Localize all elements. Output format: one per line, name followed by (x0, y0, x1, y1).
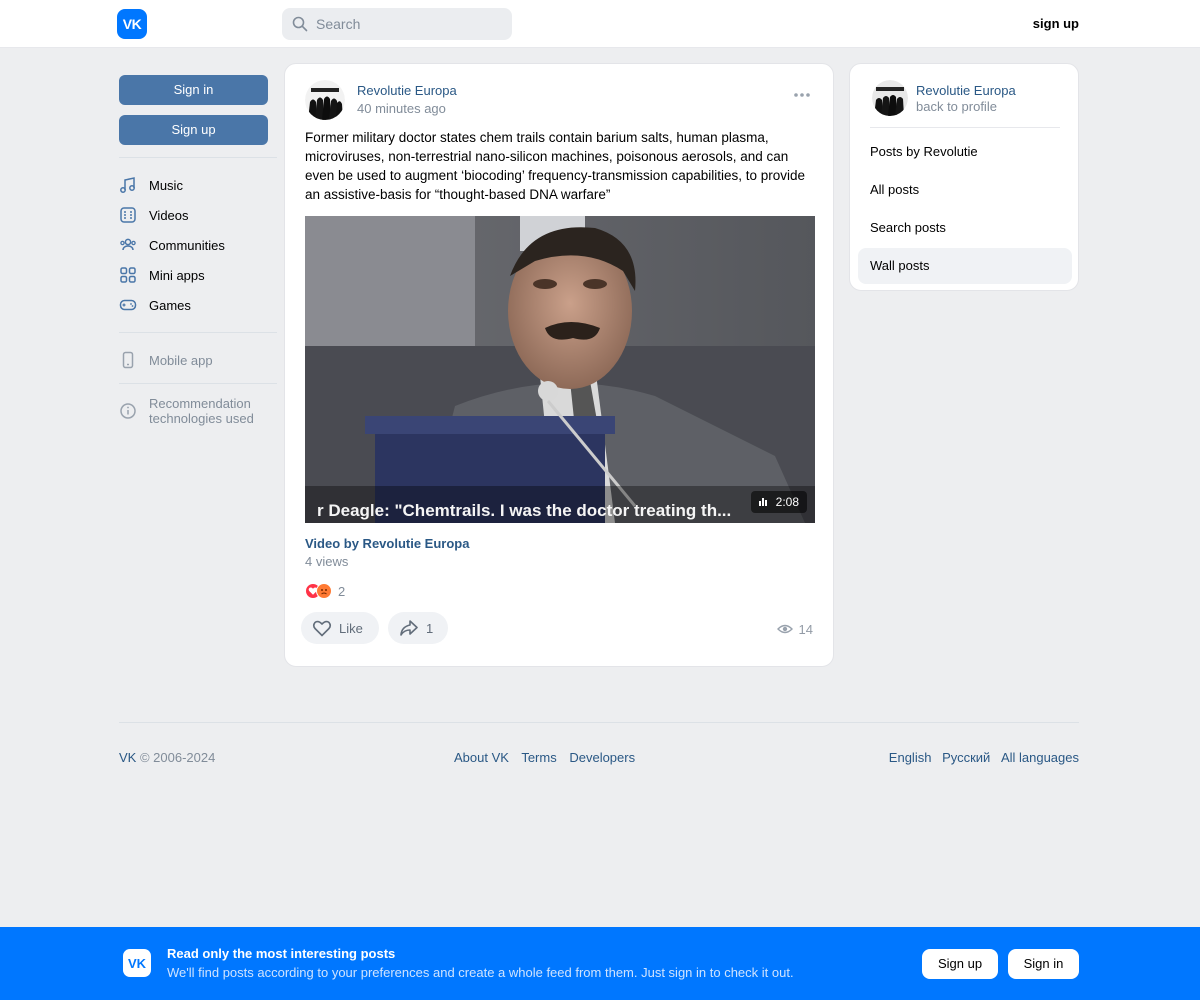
like-button[interactable]: Like (301, 612, 379, 644)
share-count: 1 (426, 620, 434, 636)
music-note-icon (120, 177, 135, 193)
video-title-link[interactable]: Video by Revolutie Europa (305, 536, 469, 551)
right-panel: Revolutie Europa back to profile Posts b… (849, 63, 1079, 291)
video-duration-badge: 2:08 (750, 491, 807, 513)
post-author-link[interactable]: Revolutie Europa (357, 83, 457, 98)
apps-grid-icon (120, 267, 136, 283)
sidebar-item-label: Videos (149, 207, 189, 223)
more-options-icon[interactable] (793, 92, 811, 98)
footer-link-terms[interactable]: Terms (521, 750, 565, 765)
banner-signup-button[interactable]: Sign up (922, 949, 998, 979)
vk-logo[interactable]: VK (117, 9, 147, 39)
sidebar-divider (119, 332, 277, 333)
signup-button[interactable]: Sign up (119, 115, 268, 145)
share-arrow-icon (400, 620, 418, 636)
footer-link-about[interactable]: About VK (454, 750, 518, 765)
footer-copyright: VK © 2006-2024 (119, 750, 215, 765)
post-text: Former military doctor states chem trail… (305, 130, 806, 202)
sidebar-item-label: Recommendation technologies used (149, 396, 254, 426)
menu-item-posts-by[interactable]: Posts by Revolutie (858, 134, 1072, 170)
sidebar-item-games[interactable]: Games (119, 290, 279, 320)
reactions-summary[interactable]: 2 (305, 583, 345, 599)
avatar-image (305, 80, 345, 120)
menu-item-all-posts[interactable]: All posts (858, 172, 1072, 208)
share-button[interactable]: 1 (388, 612, 448, 644)
left-sidebar: Sign in Sign up Music Videos Communities (119, 75, 279, 426)
menu-item-wall-posts[interactable]: Wall posts (858, 248, 1072, 284)
menu-item-search-posts[interactable]: Search posts (858, 210, 1072, 246)
signup-banner: VK Read only the most interesting posts … (0, 927, 1200, 1000)
lang-english[interactable]: English (882, 750, 932, 765)
gamepad-icon (119, 299, 137, 311)
search-icon (292, 16, 308, 32)
signin-button[interactable]: Sign in (119, 75, 268, 105)
banner-title: Read only the most interesting posts (167, 946, 396, 961)
profile-name-link[interactable]: Revolutie Europa (916, 83, 1016, 98)
avatar-image (872, 80, 908, 116)
banner-subtitle: We'll find posts according to your prefe… (167, 965, 794, 980)
header-signup-link[interactable]: sign up (1033, 16, 1079, 31)
video-views: 4 views (305, 554, 349, 569)
footer-divider (119, 722, 1079, 723)
sidebar-item-label: Communities (149, 237, 225, 253)
recommendation-line1: Recommendation (149, 396, 251, 411)
eye-icon (776, 624, 793, 634)
lang-all[interactable]: All languages (994, 750, 1079, 765)
info-icon (120, 403, 136, 419)
sidebar-divider (119, 383, 277, 384)
lang-russian[interactable]: Русский (935, 750, 990, 765)
banner-signin-button[interactable]: Sign in (1008, 949, 1079, 979)
language-links: English Русский All languages (882, 750, 1079, 765)
phone-icon (122, 351, 134, 369)
video-caption: r Deagle: "Chemtrails. I was the doctor … (317, 501, 731, 520)
video-duration: 2:08 (775, 495, 799, 509)
sidebar-item-mobile-app[interactable]: Mobile app (119, 345, 279, 375)
reactions-count: 2 (338, 583, 346, 599)
sidebar-item-label: Mobile app (149, 352, 213, 368)
sidebar-item-label: Games (149, 297, 191, 313)
footer-links: About VK Terms Developers (454, 750, 644, 765)
angry-reaction-icon (316, 583, 332, 599)
video-thumbnail: r Deagle: "Chemtrails. I was the doctor … (305, 216, 815, 523)
copyright-text: © 2006-2024 (139, 750, 216, 765)
panel-divider (870, 127, 1060, 128)
post-time[interactable]: 40 minutes ago (357, 101, 446, 116)
recommendation-line2: technologies used (149, 411, 254, 426)
back-to-profile-link[interactable]: back to profile (916, 99, 997, 114)
like-label: Like (339, 620, 363, 636)
search-box[interactable] (282, 8, 512, 40)
sidebar-item-music[interactable]: Music (119, 170, 279, 200)
video-icon (120, 207, 136, 223)
sidebar-item-communities[interactable]: Communities (119, 230, 279, 260)
heart-icon (312, 620, 332, 637)
sidebar-divider (119, 157, 277, 158)
footer-link-developers[interactable]: Developers (569, 750, 644, 765)
view-count: 14 (798, 621, 813, 637)
post-card: Revolutie Europa 40 minutes ago Former m… (284, 63, 834, 667)
sidebar-item-videos[interactable]: Videos (119, 200, 279, 230)
profile-avatar[interactable] (872, 80, 908, 116)
top-header: VK sign up (0, 0, 1200, 48)
banner-vk-logo: VK (123, 949, 151, 977)
post-views: 14 (776, 621, 813, 637)
sidebar-item-label: Music (149, 177, 183, 193)
footer-vk-link[interactable]: VK (119, 750, 136, 765)
author-avatar[interactable] (305, 80, 345, 120)
users-icon (120, 238, 136, 251)
sidebar-item-mini-apps[interactable]: Mini apps (119, 260, 279, 290)
sidebar-item-label: Mini apps (149, 267, 205, 283)
sidebar-item-recommendations[interactable]: Recommendation technologies used (119, 396, 279, 426)
search-input[interactable] (316, 16, 496, 32)
bars-icon (758, 498, 768, 506)
video-player[interactable]: r Deagle: "Chemtrails. I was the doctor … (305, 216, 815, 523)
